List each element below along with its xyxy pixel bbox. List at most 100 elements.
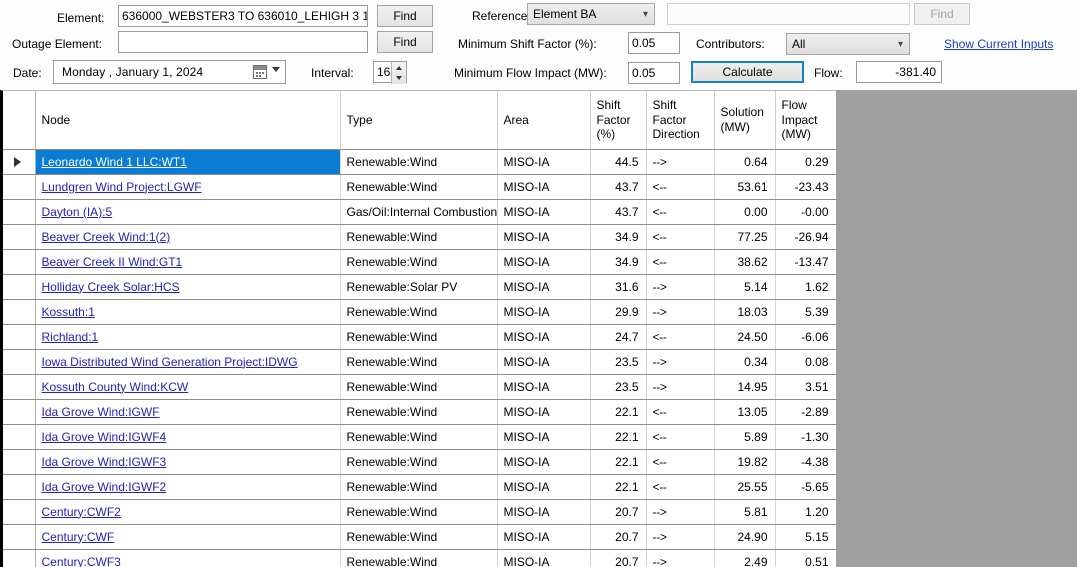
node-link[interactable]: Iowa Distributed Wind Generation Project… — [42, 355, 298, 369]
node-link[interactable]: Beaver Creek II Wind:GT1 — [42, 255, 183, 269]
contributors-grid-panel[interactable]: Node Type Area Shift Factor (%) Shift Fa… — [0, 90, 836, 567]
node-link[interactable]: Century:CWF3 — [42, 555, 121, 567]
row-selector-cell[interactable] — [3, 174, 36, 200]
calculate-button[interactable]: Calculate — [691, 61, 804, 83]
chevron-down-icon[interactable] — [272, 67, 280, 72]
cell-node[interactable]: Leonardo Wind 1 LLC:WT1 — [35, 149, 341, 175]
cell-node[interactable]: Richland:1 — [35, 324, 341, 350]
table-row[interactable]: Beaver Creek II Wind:GT1 Renewable:Wind MI… — [3, 249, 836, 275]
table-row[interactable]: Century:CWF2 Renewable:Wind MISO-IA 20.7 -->… — [3, 499, 836, 525]
row-selector-cell[interactable] — [3, 549, 36, 567]
node-link[interactable]: Dayton (IA):5 — [42, 205, 113, 219]
row-selector-cell[interactable] — [3, 499, 36, 525]
table-row[interactable]: Century:CWF3 Renewable:Wind MISO-IA 20.7 -->… — [3, 549, 836, 567]
cell-node[interactable]: Beaver Creek Wind:1(2) — [35, 224, 341, 250]
find-outage-element-button[interactable]: Find — [377, 31, 433, 53]
interval-spinner-buttons[interactable] — [391, 62, 406, 84]
table-row[interactable]: Leonardo Wind 1 LLC:WT1 Renewable:Wind MIS… — [3, 149, 836, 175]
table-row[interactable]: Ida Grove Wind:IGWF Renewable:Wind MISO-IA… — [3, 399, 836, 425]
cell-area: MISO-IA — [497, 249, 591, 275]
node-link[interactable]: Ida Grove Wind:IGWF2 — [42, 480, 167, 494]
node-link[interactable]: Century:CWF2 — [42, 505, 121, 519]
cell-node[interactable]: Ida Grove Wind:IGWF4 — [35, 424, 341, 450]
table-row[interactable]: Iowa Distributed Wind Generation Project… — [3, 349, 836, 375]
node-link[interactable]: Beaver Creek Wind:1(2) — [42, 230, 171, 244]
cell-node[interactable]: Century:CWF2 — [35, 499, 341, 525]
node-link[interactable]: Lundgren Wind Project:LGWF — [42, 180, 202, 194]
row-selector-cell[interactable] — [3, 349, 36, 375]
row-selector-cell[interactable] — [3, 399, 36, 425]
table-row[interactable]: Holliday Creek Solar:HCS Renewable:Solar … — [3, 274, 836, 300]
interval-stepper[interactable]: 16 — [373, 61, 407, 84]
column-header-area[interactable]: Area — [497, 91, 591, 150]
cell-node[interactable]: Kossuth County Wind:KCW — [35, 374, 341, 400]
show-current-inputs-link[interactable]: Show Current Inputs — [944, 37, 1053, 51]
cell-node[interactable]: Century:CWF — [35, 524, 341, 550]
contributors-select[interactable]: All ▾ — [786, 33, 910, 55]
column-header-node[interactable]: Node — [35, 91, 341, 150]
table-row[interactable]: Kossuth:1 Renewable:Wind MISO-IA 29.9 --> 18.… — [3, 299, 836, 325]
node-link[interactable]: Leonardo Wind 1 LLC:WT1 — [42, 155, 187, 169]
cell-node[interactable]: Lundgren Wind Project:LGWF — [35, 174, 341, 200]
row-selector-cell[interactable] — [3, 424, 36, 450]
row-selector-cell[interactable] — [3, 274, 36, 300]
find-reference-button[interactable]: Find — [914, 3, 970, 25]
row-selector-cell[interactable] — [3, 524, 36, 550]
row-selector-cell[interactable] — [3, 474, 36, 500]
cell-node[interactable]: Ida Grove Wind:IGWF3 — [35, 449, 341, 475]
outage-element-input[interactable] — [118, 31, 368, 53]
column-header-flow-impact[interactable]: Flow Impact (MW) — [775, 91, 836, 150]
cell-node[interactable]: Dayton (IA):5 — [35, 199, 341, 225]
node-link[interactable]: Ida Grove Wind:IGWF4 — [42, 430, 167, 444]
cell-solution: 2.49 — [714, 549, 776, 567]
table-row[interactable]: Beaver Creek Wind:1(2) Renewable:Wind MISO… — [3, 224, 836, 250]
table-row[interactable]: Ida Grove Wind:IGWF3 Renewable:Wind MISO-I… — [3, 449, 836, 475]
spinner-down-icon[interactable] — [396, 76, 402, 80]
row-selector-cell[interactable] — [3, 199, 36, 225]
minimum-flow-impact-input[interactable]: 0.05 — [628, 62, 680, 84]
cell-node[interactable]: Holliday Creek Solar:HCS — [35, 274, 341, 300]
table-row[interactable]: Richland:1 Renewable:Wind MISO-IA 24.7 <-- 24… — [3, 324, 836, 350]
row-selector-cell[interactable] — [3, 249, 36, 275]
table-row[interactable]: Century:CWF Renewable:Wind MISO-IA 20.7 --> 2… — [3, 524, 836, 550]
node-link[interactable]: Holliday Creek Solar:HCS — [42, 280, 180, 294]
table-row[interactable]: Lundgren Wind Project:LGWF Renewable:Wind… — [3, 174, 836, 200]
cell-node[interactable]: Ida Grove Wind:IGWF2 — [35, 474, 341, 500]
table-row[interactable]: Ida Grove Wind:IGWF2 Renewable:Wind MISO-I… — [3, 474, 836, 500]
cell-flow-impact: 1.20 — [775, 499, 836, 525]
row-selector-cell[interactable] — [3, 299, 36, 325]
node-link[interactable]: Ida Grove Wind:IGWF3 — [42, 455, 167, 469]
row-selector-cell[interactable] — [3, 324, 36, 350]
calendar-icon[interactable] — [253, 65, 267, 79]
minimum-shift-factor-input[interactable]: 0.05 — [628, 32, 680, 54]
date-picker[interactable]: Monday , January 1, 2024 — [53, 60, 286, 84]
table-row[interactable]: Ida Grove Wind:IGWF4 Renewable:Wind MISO-I… — [3, 424, 836, 450]
column-header-shift-factor-direction[interactable]: Shift Factor Direction — [646, 91, 715, 150]
minimum-flow-impact-label: Minimum Flow Impact (MW): — [454, 66, 607, 80]
cell-node[interactable]: Iowa Distributed Wind Generation Project… — [35, 349, 341, 375]
column-header-solution[interactable]: Solution (MW) — [714, 91, 776, 150]
node-link[interactable]: Ida Grove Wind:IGWF — [42, 405, 160, 419]
reference-find-input[interactable] — [667, 3, 910, 25]
row-selector-cell[interactable] — [3, 149, 36, 175]
table-row[interactable]: Kossuth County Wind:KCW Renewable:Wind MIS… — [3, 374, 836, 400]
cell-node[interactable]: Century:CWF3 — [35, 549, 341, 567]
row-selector-cell[interactable] — [3, 374, 36, 400]
reference-select[interactable]: Element BA ▾ — [527, 3, 655, 25]
node-link[interactable]: Kossuth County Wind:KCW — [42, 380, 189, 394]
cell-node[interactable]: Beaver Creek II Wind:GT1 — [35, 249, 341, 275]
column-header-shift-factor[interactable]: Shift Factor (%) — [590, 91, 647, 150]
spinner-up-icon[interactable] — [396, 66, 402, 70]
cell-flow-impact: 1.62 — [775, 274, 836, 300]
node-link[interactable]: Kossuth:1 — [42, 305, 95, 319]
cell-node[interactable]: Ida Grove Wind:IGWF — [35, 399, 341, 425]
column-header-type[interactable]: Type — [340, 91, 498, 150]
element-input[interactable]: 636000_WEBSTER3 TO 636010_LEHIGH 3 1 — [118, 5, 368, 27]
find-element-button[interactable]: Find — [377, 5, 433, 27]
row-selector-cell[interactable] — [3, 224, 36, 250]
row-selector-cell[interactable] — [3, 449, 36, 475]
cell-node[interactable]: Kossuth:1 — [35, 299, 341, 325]
node-link[interactable]: Richland:1 — [42, 330, 99, 344]
table-row[interactable]: Dayton (IA):5 Gas/Oil:Internal Combustion… — [3, 199, 836, 225]
node-link[interactable]: Century:CWF — [42, 530, 115, 544]
